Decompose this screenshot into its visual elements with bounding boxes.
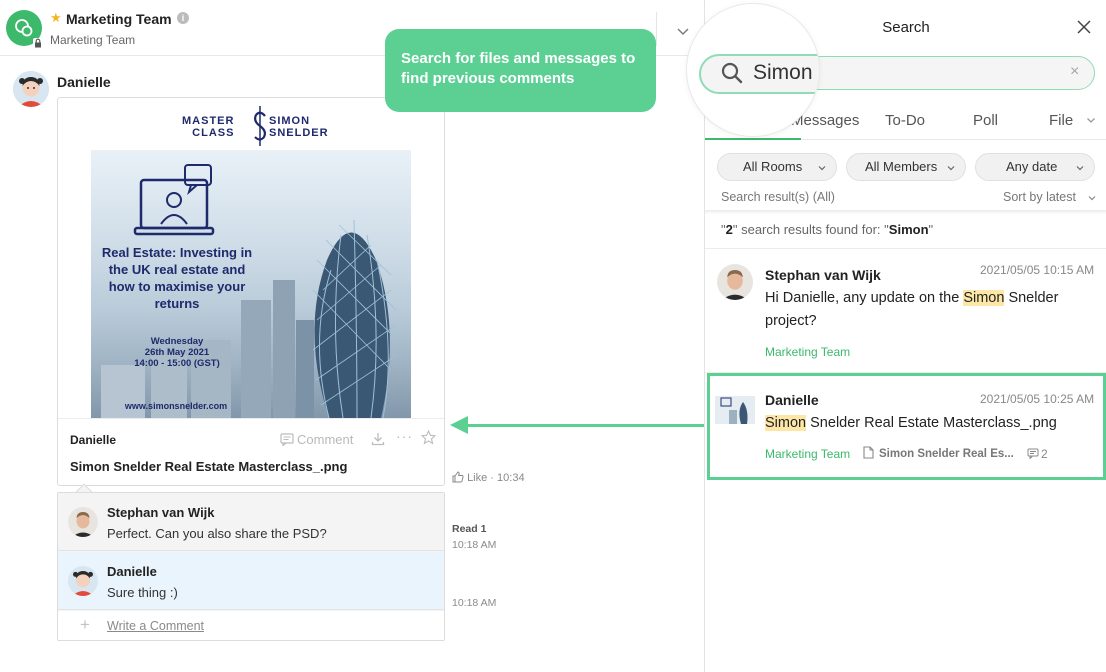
file-card-divider <box>58 418 444 419</box>
preview-logo-right: SIMON SNELDER <box>269 115 329 139</box>
preview-logo-band: MASTER CLASS SIMON SNELDER <box>91 98 411 150</box>
dollar-logo-icon <box>254 106 266 146</box>
thumbs-up-icon <box>452 471 464 483</box>
danielle-avatar-icon <box>13 71 49 107</box>
results-shadow <box>705 210 1106 214</box>
lock-icon <box>33 38 43 48</box>
magnified-tab-indicator <box>687 104 819 136</box>
magnified-query: Simon <box>753 61 813 84</box>
clear-input-icon[interactable]: × <box>1070 64 1079 80</box>
comment-row: Danielle Sure thing :) <box>58 552 444 610</box>
comment-row: Stephan van Wijk Perfect. Can you also s… <box>58 493 444 551</box>
comment-thread: Stephan van Wijk Perfect. Can you also s… <box>57 492 445 641</box>
search-icon <box>721 62 743 84</box>
comment-time: 10:18 AM <box>452 597 497 609</box>
preview-logo-left: MASTER CLASS <box>182 115 235 139</box>
preview-headline: Real Estate: Investing in the UK real es… <box>101 245 253 311</box>
like-label[interactable]: Like <box>467 472 487 484</box>
chevron-down-icon[interactable] <box>1088 194 1096 202</box>
filter-all-members[interactable]: All Members <box>846 153 966 181</box>
file-preview-image[interactable]: MASTER CLASS SIMON SNELDER Real Estate: … <box>91 98 411 418</box>
chevron-down-icon <box>1076 166 1084 171</box>
results-label: Search result(s) (All) <box>721 190 835 204</box>
star-outline-icon[interactable] <box>421 430 436 445</box>
write-comment-row[interactable]: + Write a Comment <box>58 611 444 640</box>
close-icon[interactable] <box>1076 19 1092 35</box>
write-comment-link[interactable]: Write a Comment <box>107 619 204 633</box>
tab-file[interactable]: File <box>1049 112 1073 129</box>
comment-text: Sure thing :) <box>107 585 178 600</box>
stephan-avatar-icon <box>68 507 98 537</box>
comment-time: 10:18 AM <box>452 539 497 551</box>
magnifier-callout: Simon <box>686 3 820 137</box>
download-icon[interactable] <box>371 432 385 446</box>
file-name[interactable]: Simon Snelder Real Estate Masterclass_.p… <box>70 459 347 474</box>
sort-dropdown[interactable]: Sort by latest <box>1003 190 1076 205</box>
header-divider <box>656 12 657 46</box>
tooltip-callout: Search for files and messages to find pr… <box>385 29 656 112</box>
chevron-down-icon[interactable] <box>1086 115 1096 125</box>
result-text: Hi Danielle, any update on the Simon Sne… <box>765 290 1059 329</box>
results-count-text: "2" search results found for: "Simon" <box>721 222 934 237</box>
file-owner: Danielle <box>70 433 117 447</box>
filter-any-date[interactable]: Any date <box>975 153 1095 181</box>
avatar[interactable] <box>717 264 753 300</box>
room-subtitle: Marketing Team <box>50 33 136 47</box>
sender-name: Danielle <box>57 74 111 90</box>
like-row[interactable]: Like · 10:34 <box>452 471 525 485</box>
avatar[interactable] <box>13 71 49 107</box>
more-options-icon[interactable]: ··· <box>396 429 413 443</box>
chevron-down-icon[interactable] <box>676 24 690 38</box>
tab-todo[interactable]: To-Do <box>885 112 925 129</box>
chevron-down-icon <box>947 166 955 171</box>
chat-bubbles-icon <box>15 19 33 37</box>
room-title[interactable]: Marketing Team <box>66 11 172 27</box>
comment-button[interactable]: Comment <box>297 432 353 447</box>
tab-poll[interactable]: Poll <box>973 112 998 129</box>
filter-all-rooms[interactable]: All Rooms <box>717 153 837 181</box>
result-highlight-frame <box>707 373 1106 480</box>
stephan-avatar-icon <box>717 264 753 300</box>
avatar[interactable] <box>68 507 98 537</box>
comment-icon[interactable] <box>280 433 294 446</box>
callout-arrow-line <box>466 424 706 427</box>
favorite-star-icon[interactable]: ★ <box>50 11 62 25</box>
comment-author: Danielle <box>107 564 157 579</box>
info-icon[interactable]: i <box>177 12 189 24</box>
like-time: 10:34 <box>497 472 525 484</box>
plus-icon[interactable]: + <box>80 616 90 633</box>
result-time: 2021/05/05 10:15 AM <box>980 263 1095 277</box>
comment-author: Stephan van Wijk <box>107 505 215 520</box>
result-room[interactable]: Marketing Team <box>765 345 850 359</box>
avatar[interactable] <box>68 566 98 596</box>
search-result-item[interactable]: Stephan van Wijk 2021/05/05 10:15 AM Hi … <box>705 250 1106 372</box>
result-author: Stephan van Wijk <box>765 267 881 283</box>
arrow-left-icon <box>450 416 468 434</box>
active-tab-indicator <box>705 138 801 140</box>
file-card[interactable]: MASTER CLASS SIMON SNELDER Real Estate: … <box>57 97 445 486</box>
divider <box>705 248 1106 249</box>
danielle-avatar-icon <box>68 566 98 596</box>
read-receipt[interactable]: Read 1 <box>452 523 486 535</box>
preview-date: Wednesday 26th May 2021 14:00 - 15:00 (GST… <box>134 336 220 369</box>
tooltip-text: Search for files and messages to find pr… <box>401 50 636 87</box>
preview-url: www.simonsnelder.com <box>124 401 228 411</box>
chevron-down-icon <box>818 166 826 171</box>
comment-text: Perfect. Can you also share the PSD? <box>107 526 327 541</box>
